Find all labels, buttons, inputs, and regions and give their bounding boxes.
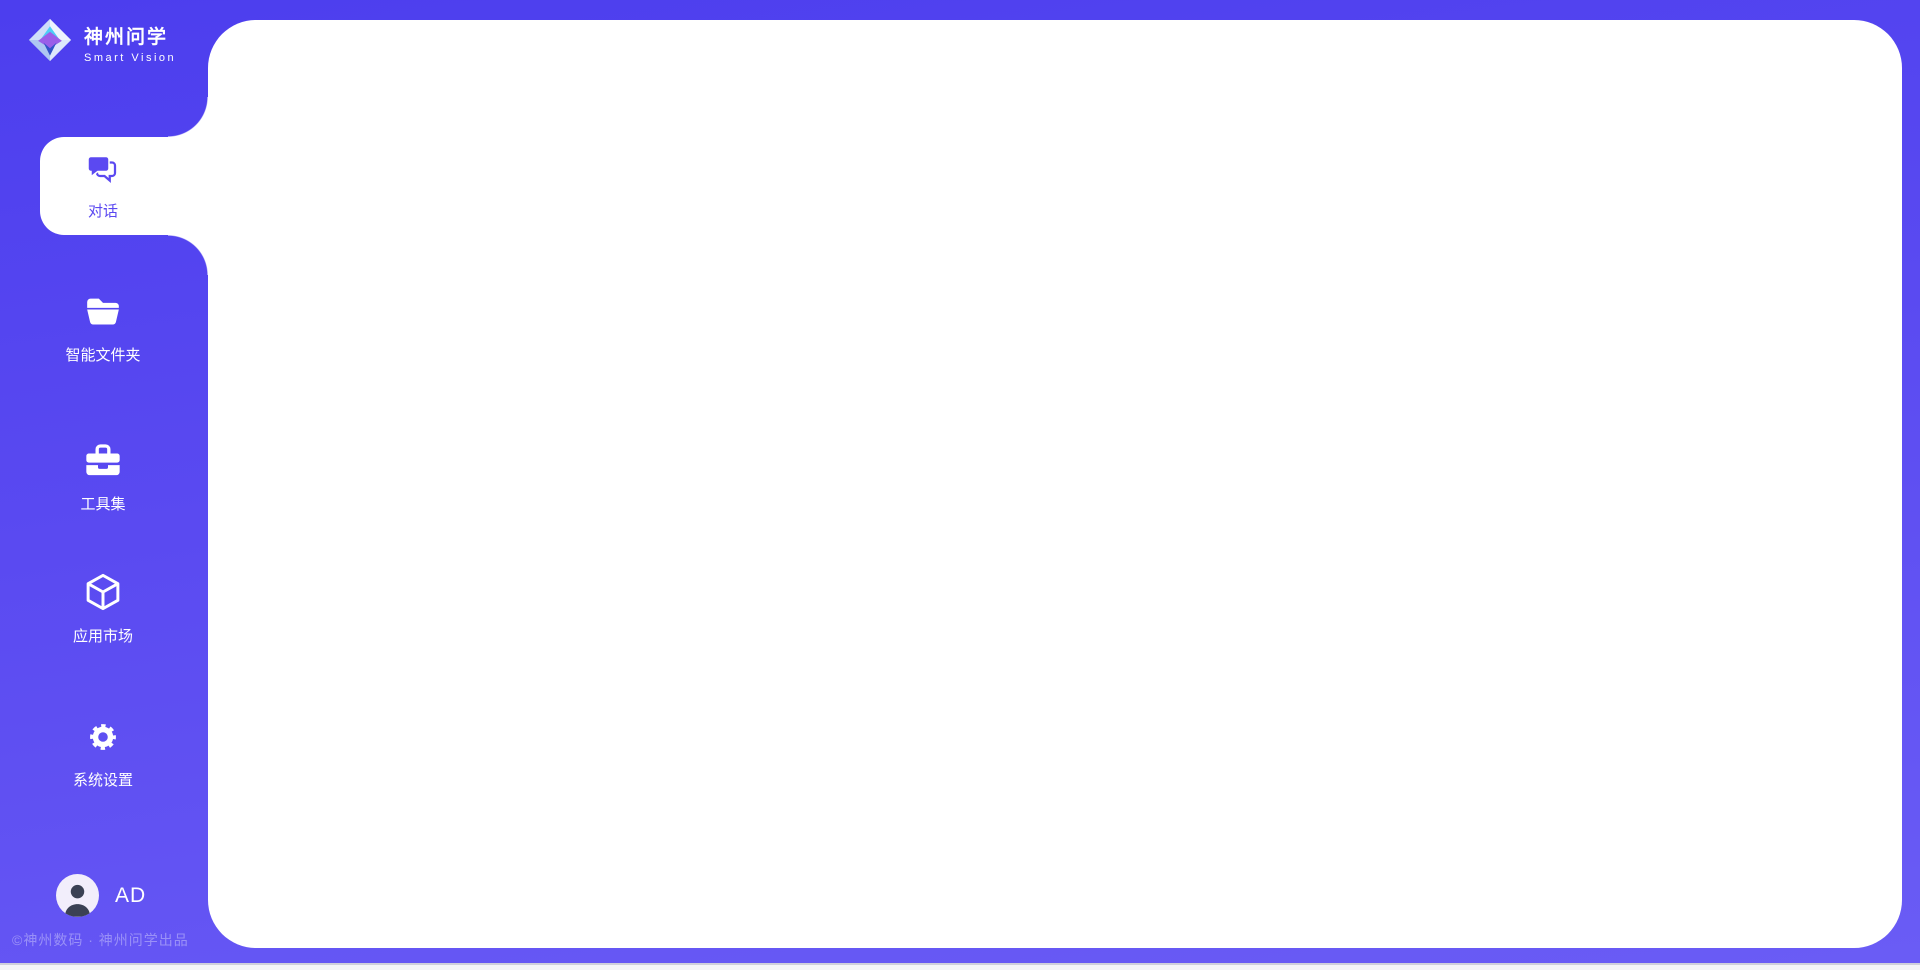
chat-bubbles-icon [85,152,121,193]
sidebar-item-chat[interactable]: 对话 [40,137,212,235]
user-profile[interactable]: AD [56,874,146,917]
sidebar-item-app-market[interactable]: 应用市场 [0,571,206,646]
sidebar-item-label: 工具集 [0,493,206,514]
main-content-panel [208,20,1902,948]
tab-flare-bottom [168,235,208,275]
folder-icon [82,319,124,336]
cube-icon [82,600,124,617]
brand-name: 神州问学 [84,22,176,49]
footer-credit: ©神州数码 · 神州问学出品 [12,930,189,950]
sidebar-item-label: 对话 [88,200,118,221]
diamond-logo-icon [28,18,72,67]
sidebar-item-label: 智能文件夹 [0,344,206,365]
toolbox-icon [83,468,123,485]
tab-flare-top [168,97,208,137]
user-name: AD [115,884,146,908]
sidebar-item-smart-folder[interactable]: 智能文件夹 [0,292,206,365]
sidebar-item-settings[interactable]: 系统设置 [0,717,206,790]
brand-subtitle: Smart Vision [84,52,176,64]
app-window: 神州问学 Smart Vision 对话 智能文件夹 [0,0,1920,970]
brand: 神州问学 Smart Vision [28,18,176,67]
sidebar-item-toolbox[interactable]: 工具集 [0,441,206,514]
avatar [56,874,99,917]
page-bottom-edge [0,963,1920,970]
sidebar-item-label: 应用市场 [0,625,206,646]
sidebar-item-label: 系统设置 [0,769,206,790]
gear-icon [83,744,123,761]
